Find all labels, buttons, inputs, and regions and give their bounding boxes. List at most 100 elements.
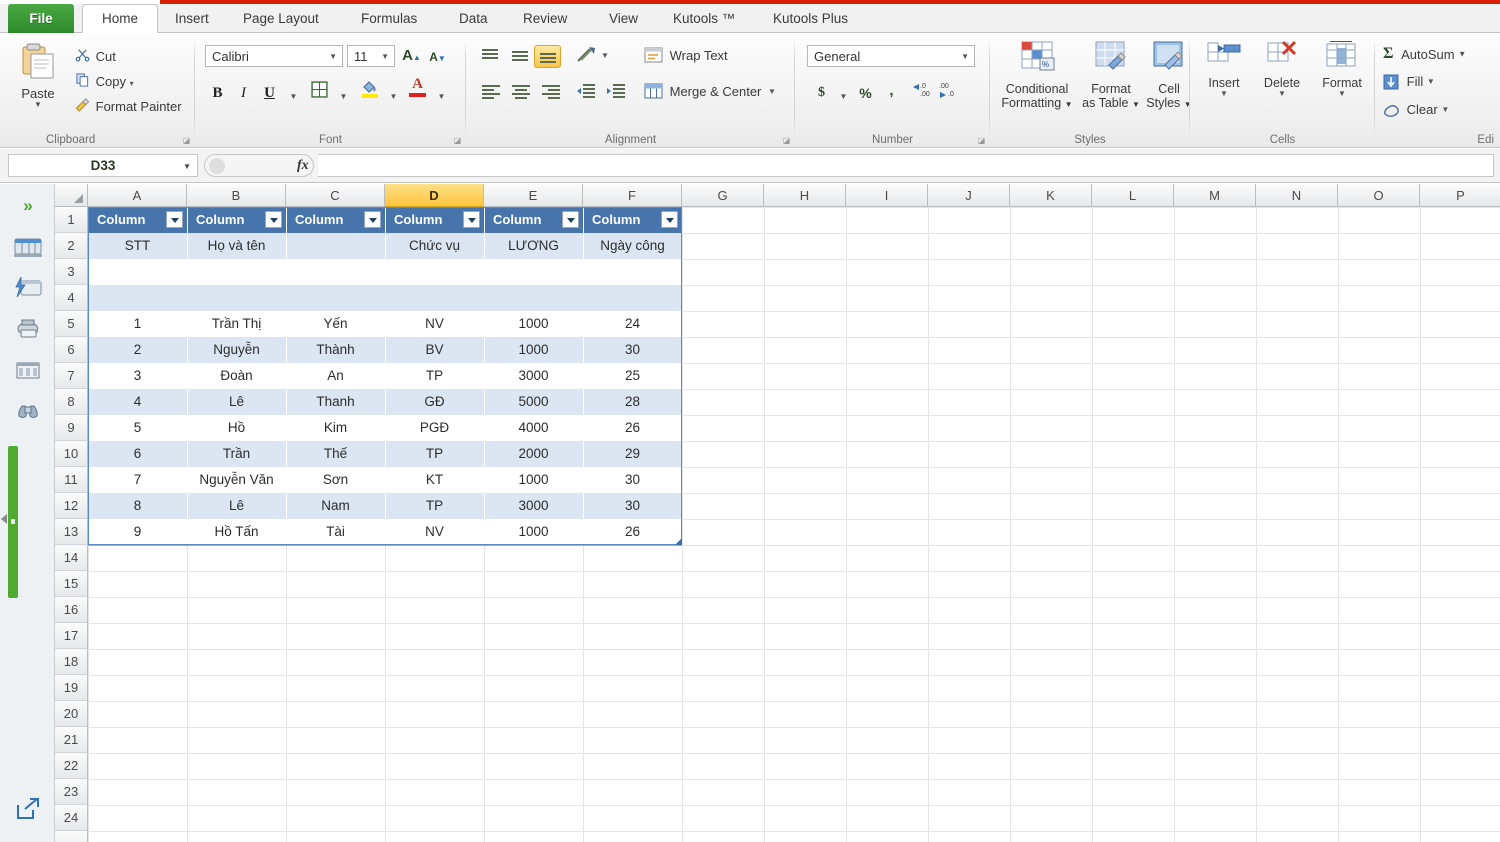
cell-A11[interactable]: 7	[88, 467, 187, 493]
table-header-cell-D[interactable]: Column	[385, 207, 464, 233]
alignment-dialog-launcher[interactable]: ◪	[782, 136, 791, 145]
delete-cells-button[interactable]: Delete ▼	[1252, 39, 1312, 98]
table-header-cell-F[interactable]: Column	[583, 207, 662, 233]
cell-C13[interactable]: Tài	[286, 519, 385, 545]
grow-font-button[interactable]: A▲	[399, 44, 424, 68]
merge-and-center-button[interactable]: Merge & Center ▼	[644, 83, 776, 103]
column-header-E[interactable]: E	[484, 184, 583, 207]
cell-F8[interactable]: 28	[583, 389, 682, 415]
clear-button[interactable]: Clear ▼	[1383, 101, 1449, 121]
merge-center-dropdown-arrow[interactable]: ▼	[768, 87, 776, 96]
cancel-formula-button[interactable]	[209, 158, 225, 174]
bold-button[interactable]: B	[205, 81, 230, 105]
row-header-2[interactable]: 2	[55, 233, 88, 259]
cell-B6[interactable]: Nguyễn	[187, 337, 286, 363]
align-left-button[interactable]	[478, 83, 503, 105]
underline-button[interactable]: U	[257, 81, 282, 105]
row-header-24[interactable]: 24	[55, 805, 88, 831]
cell-F13[interactable]: 26	[583, 519, 682, 545]
column-header-F[interactable]: F	[583, 184, 682, 207]
column-header-P[interactable]: P	[1420, 184, 1500, 207]
align-middle-button[interactable]	[508, 47, 533, 69]
font-name-input[interactable]: Calibri ▼	[205, 45, 343, 67]
conditional-formatting-button[interactable]: % Conditional Formatting ▼	[996, 39, 1078, 112]
tab-formulas[interactable]: Formulas	[348, 4, 430, 33]
format-painter-button[interactable]: Format Painter	[72, 95, 182, 119]
font-color-button[interactable]: A	[405, 77, 430, 101]
column-header-J[interactable]: J	[928, 184, 1010, 207]
cell-D10[interactable]: TP	[385, 441, 484, 467]
cell-E7[interactable]: 3000	[484, 363, 583, 389]
paste-button[interactable]: Paste ▼	[12, 41, 64, 109]
cell-E13[interactable]: 1000	[484, 519, 583, 545]
table-header-cell-E[interactable]: Column	[484, 207, 563, 233]
borders-button[interactable]	[307, 81, 332, 105]
cell-B11[interactable]: Nguyễn Văn	[187, 467, 286, 493]
cell-C12[interactable]: Nam	[286, 493, 385, 519]
cell-C9[interactable]: Kim	[286, 415, 385, 441]
cell-B12[interactable]: Lê	[187, 493, 286, 519]
underline-dropdown-arrow[interactable]: ▼	[281, 85, 306, 109]
autosum-dropdown-arrow[interactable]: ▼	[1458, 50, 1466, 59]
decrease-decimal-button[interactable]: .00 .0	[937, 81, 962, 105]
cell-styles-button[interactable]: Cell Styles ▼	[1142, 39, 1196, 112]
cell-D13[interactable]: NV	[385, 519, 484, 545]
select-all-corner[interactable]	[55, 184, 88, 207]
row-header-7[interactable]: 7	[55, 363, 88, 389]
row-header-23[interactable]: 23	[55, 779, 88, 805]
cell-D8[interactable]: GĐ	[385, 389, 484, 415]
fill-dropdown-arrow[interactable]: ▼	[1427, 77, 1435, 86]
chevron-down-icon[interactable]: ▼	[329, 52, 337, 61]
tab-data[interactable]: Data	[446, 4, 501, 33]
tab-home[interactable]: Home	[82, 4, 158, 33]
collapse-pane-handle[interactable]	[8, 446, 18, 598]
row-header-9[interactable]: 9	[55, 415, 88, 441]
cell-B10[interactable]: Trần	[187, 441, 286, 467]
column-header-O[interactable]: O	[1338, 184, 1420, 207]
increase-decimal-button[interactable]: .0 .00	[909, 81, 934, 105]
increase-indent-button[interactable]	[606, 83, 631, 105]
row-header-20[interactable]: 20	[55, 701, 88, 727]
align-bottom-button[interactable]	[534, 45, 561, 68]
collapse-arrow-icon[interactable]	[1, 514, 7, 524]
clipboard-dialog-launcher[interactable]: ◪	[182, 136, 191, 145]
insert-dropdown-arrow[interactable]: ▼	[1196, 90, 1252, 98]
column-header-B[interactable]: B	[187, 184, 286, 207]
column-header-L[interactable]: L	[1092, 184, 1174, 207]
table-resize-handle[interactable]	[675, 538, 682, 545]
copy-dropdown-arrow[interactable]: ▾	[130, 79, 134, 88]
cell-F5[interactable]: 24	[583, 311, 682, 337]
cell-E6[interactable]: 1000	[484, 337, 583, 363]
align-center-button[interactable]	[508, 83, 533, 105]
chevron-down-icon[interactable]: ▼	[961, 52, 969, 61]
cell-B8[interactable]: Lê	[187, 389, 286, 415]
tab-page-layout[interactable]: Page Layout	[230, 4, 332, 33]
cell-C5[interactable]: Yến	[286, 311, 385, 337]
grid-panel-icon[interactable]	[11, 353, 45, 387]
cell-A5[interactable]: 1	[88, 311, 187, 337]
cell-D12[interactable]: TP	[385, 493, 484, 519]
filter-dropdown-D[interactable]	[463, 211, 480, 228]
cell-C11[interactable]: Sơn	[286, 467, 385, 493]
format-as-table-button[interactable]: Format as Table ▼	[1080, 39, 1142, 112]
name-box[interactable]: D33 ▼	[8, 154, 198, 177]
chevron-down-icon[interactable]: ▼	[381, 52, 389, 61]
column-header-C[interactable]: C	[286, 184, 385, 207]
row-header-3[interactable]: 3	[55, 259, 88, 285]
cell-A2[interactable]: STT	[88, 233, 187, 259]
paste-dropdown-arrow[interactable]: ▼	[12, 101, 64, 109]
column-header-M[interactable]: M	[1174, 184, 1256, 207]
tab-insert[interactable]: Insert	[162, 4, 222, 33]
table-header-cell-C[interactable]: Column	[286, 207, 365, 233]
cell-E10[interactable]: 2000	[484, 441, 583, 467]
column-header-I[interactable]: I	[846, 184, 928, 207]
cell-F10[interactable]: 29	[583, 441, 682, 467]
insert-function-button[interactable]: fx	[297, 158, 309, 174]
expand-chevrons-icon[interactable]: »	[11, 189, 45, 223]
row-header-18[interactable]: 18	[55, 649, 88, 675]
delete-dropdown-arrow[interactable]: ▼	[1252, 90, 1312, 98]
row-header-15[interactable]: 15	[55, 571, 88, 597]
chevron-down-icon[interactable]: ▼	[1132, 100, 1140, 109]
table-header-cell-A[interactable]: Column	[88, 207, 167, 233]
quick-card-icon[interactable]	[11, 271, 45, 305]
